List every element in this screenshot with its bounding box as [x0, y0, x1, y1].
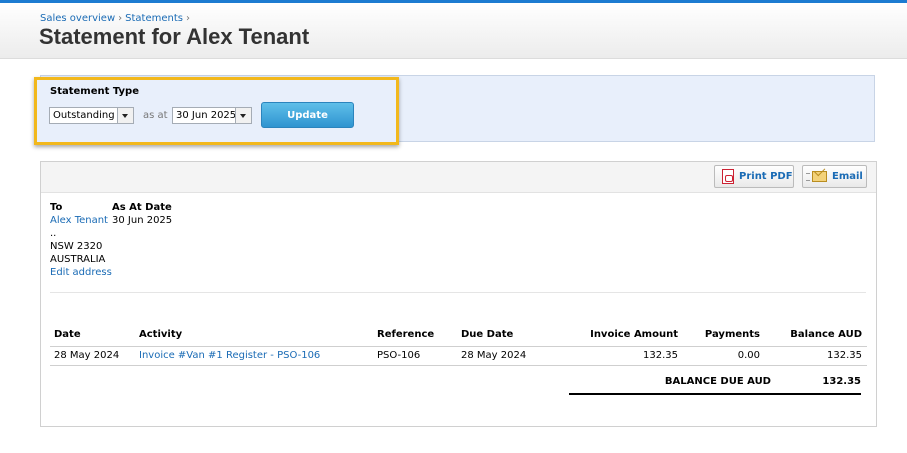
- page-header: Sales overview › Statements › Statement for…: [0, 3, 907, 59]
- col-header-balance: Balance AUD: [790, 329, 862, 340]
- balance-due-label: BALANCE DUE AUD: [664, 376, 771, 387]
- recipient-name-link[interactable]: Alex Tenant: [50, 215, 108, 226]
- cell-payments: 0.00: [737, 350, 760, 361]
- col-header-invoice-amount: Invoice Amount: [590, 329, 678, 340]
- chevron-down-icon[interactable]: [235, 108, 251, 123]
- page-title: Statement for Alex Tenant: [39, 24, 310, 49]
- print-pdf-button[interactable]: Print PDF: [714, 165, 794, 188]
- breadcrumb-separator: ›: [118, 13, 123, 24]
- as-at-date-value-text: 30 Jun 2025: [112, 215, 173, 226]
- balance-due-value: 132.35: [822, 376, 861, 387]
- email-label: Email: [832, 171, 863, 182]
- statement-type-label: Statement Type: [50, 86, 139, 97]
- total-underline: [569, 393, 861, 395]
- chevron-down-icon[interactable]: [117, 108, 133, 123]
- col-header-reference: Reference: [377, 329, 435, 340]
- breadcrumb-sales-overview[interactable]: Sales overview: [40, 13, 115, 24]
- table-header-line: [50, 346, 867, 347]
- cell-date: 28 May 2024: [54, 350, 120, 361]
- table-row-line: [50, 365, 867, 366]
- cell-invoice-amount: 132.35: [643, 350, 678, 361]
- edit-address-link[interactable]: Edit address: [50, 267, 112, 278]
- as-at-date-select[interactable]: 30 Jun 2025: [172, 107, 252, 124]
- print-pdf-label: Print PDF: [739, 171, 793, 182]
- cell-activity-link[interactable]: Invoice #Van #1 Register - PSO-106: [139, 350, 320, 361]
- cell-reference: PSO-106: [377, 350, 421, 361]
- breadcrumb-statements[interactable]: Statements: [125, 13, 183, 24]
- col-header-due-date: Due Date: [461, 329, 514, 340]
- address-line-2: NSW 2320: [50, 241, 103, 252]
- to-label: To: [50, 202, 63, 213]
- statement-type-value: Outstanding: [53, 110, 115, 121]
- col-header-activity: Activity: [139, 329, 183, 340]
- statement-panel: [40, 161, 877, 427]
- col-header-date: Date: [54, 329, 81, 340]
- email-motion-icon: [806, 173, 810, 181]
- col-header-payments: Payments: [704, 329, 760, 340]
- as-at-date-label: As At Date: [112, 202, 172, 213]
- section-divider: [50, 292, 866, 293]
- cell-balance: 132.35: [827, 350, 862, 361]
- statement-type-select[interactable]: Outstanding: [49, 107, 134, 124]
- as-at-date-value: 30 Jun 2025: [176, 110, 237, 121]
- breadcrumb: Sales overview › Statements ›: [40, 13, 193, 24]
- update-button[interactable]: Update: [261, 102, 354, 128]
- address-line-3: AUSTRALIA: [50, 254, 106, 265]
- address-line-1: ..: [50, 228, 57, 239]
- pdf-icon: [722, 169, 734, 184]
- as-at-label: as at: [143, 110, 168, 121]
- breadcrumb-separator: ›: [185, 13, 190, 24]
- envelope-icon: [812, 171, 827, 182]
- cell-due-date: 28 May 2024: [461, 350, 527, 361]
- email-button[interactable]: Email: [802, 165, 867, 188]
